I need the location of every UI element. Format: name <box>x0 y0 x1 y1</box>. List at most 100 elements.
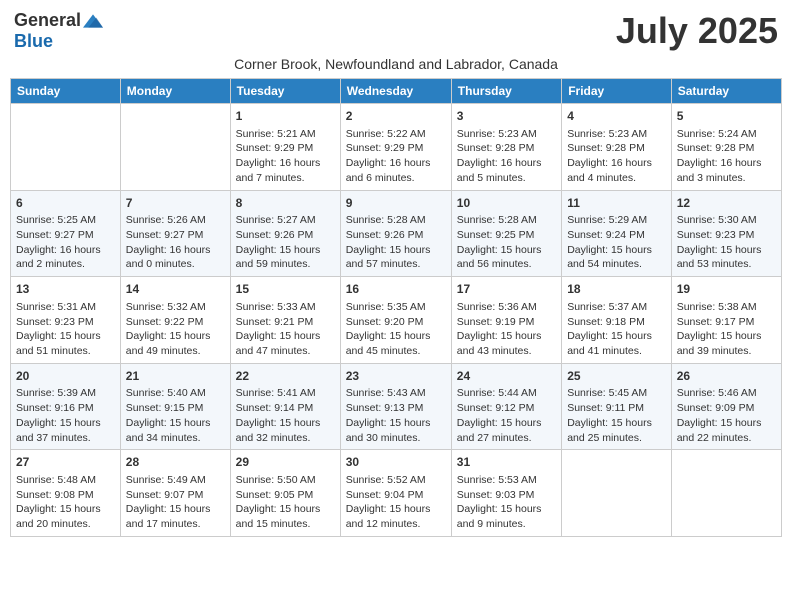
day-info: Sunrise: 5:37 AMSunset: 9:18 PMDaylight:… <box>567 300 666 359</box>
day-number: 9 <box>346 195 446 212</box>
calendar-cell: 23Sunrise: 5:43 AMSunset: 9:13 PMDayligh… <box>340 363 451 450</box>
day-number: 15 <box>236 281 335 298</box>
month-title: July 2025 <box>616 10 778 52</box>
day-info: Sunrise: 5:44 AMSunset: 9:12 PMDaylight:… <box>457 386 556 445</box>
day-number: 12 <box>677 195 776 212</box>
day-info: Sunrise: 5:22 AMSunset: 9:29 PMDaylight:… <box>346 127 446 186</box>
header-cell-wednesday: Wednesday <box>340 79 451 104</box>
day-number: 6 <box>16 195 115 212</box>
header-cell-friday: Friday <box>562 79 672 104</box>
day-number: 13 <box>16 281 115 298</box>
day-info: Sunrise: 5:30 AMSunset: 9:23 PMDaylight:… <box>677 213 776 272</box>
calendar-cell: 22Sunrise: 5:41 AMSunset: 9:14 PMDayligh… <box>230 363 340 450</box>
day-number: 14 <box>126 281 225 298</box>
day-info: Sunrise: 5:46 AMSunset: 9:09 PMDaylight:… <box>677 386 776 445</box>
day-number: 21 <box>126 368 225 385</box>
calendar-cell: 16 Sunrise: 5:35 AMSunset: 9:20 PMDayligh… <box>340 277 451 364</box>
calendar-cell: 10Sunrise: 5:28 AMSunset: 9:25 PMDayligh… <box>451 190 561 277</box>
day-info: Sunrise: 5:28 AMSunset: 9:26 PMDaylight:… <box>346 213 446 272</box>
day-info: Sunrise: 5:21 AMSunset: 9:29 PMDaylight:… <box>236 127 335 186</box>
calendar-cell: 12Sunrise: 5:30 AMSunset: 9:23 PMDayligh… <box>671 190 781 277</box>
day-info: Sunrise: 5:35 AMSunset: 9:20 PMDaylight:… <box>346 300 446 359</box>
day-number: 1 <box>236 108 335 125</box>
header-cell-tuesday: Tuesday <box>230 79 340 104</box>
day-number: 31 <box>457 454 556 471</box>
day-info: Sunrise: 5:33 AMSunset: 9:21 PMDaylight:… <box>236 300 335 359</box>
day-info: Sunrise: 5:38 AMSunset: 9:17 PMDaylight:… <box>677 300 776 359</box>
day-number: 24 <box>457 368 556 385</box>
day-info: Sunrise: 5:23 AMSunset: 9:28 PMDaylight:… <box>457 127 556 186</box>
calendar-cell: 4Sunrise: 5:23 AMSunset: 9:28 PMDaylight… <box>562 104 672 191</box>
calendar-cell: 29 Sunrise: 5:50 AMSunset: 9:05 PMDayligh… <box>230 450 340 537</box>
calendar-header-row: SundayMondayTuesdayWednesdayThursdayFrid… <box>11 79 782 104</box>
day-number: 11 <box>567 195 666 212</box>
day-info: Sunrise: 5:25 AMSunset: 9:27 PMDaylight:… <box>16 213 115 272</box>
day-number: 29 <box>236 454 335 471</box>
logo-general-text: General <box>14 10 81 31</box>
calendar-week-1: 1 Sunrise: 5:21 AMSunset: 9:29 PMDaylight… <box>11 104 782 191</box>
calendar-cell: 28 Sunrise: 5:49 AMSunset: 9:07 PMDayligh… <box>120 450 230 537</box>
calendar-cell: 17 Sunrise: 5:36 AMSunset: 9:19 PMDayligh… <box>451 277 561 364</box>
calendar-cell: 31 Sunrise: 5:53 AMSunset: 9:03 PMDayligh… <box>451 450 561 537</box>
day-info: Sunrise: 5:39 AMSunset: 9:16 PMDaylight:… <box>16 386 115 445</box>
logo-icon <box>83 11 103 31</box>
calendar-cell: 7Sunrise: 5:26 AMSunset: 9:27 PMDaylight… <box>120 190 230 277</box>
calendar-cell <box>11 104 121 191</box>
day-number: 3 <box>457 108 556 125</box>
title-block: July 2025 <box>616 10 778 52</box>
calendar-cell: 11Sunrise: 5:29 AMSunset: 9:24 PMDayligh… <box>562 190 672 277</box>
day-number: 30 <box>346 454 446 471</box>
calendar-subtitle: Corner Brook, Newfoundland and Labrador,… <box>10 56 782 72</box>
day-info: Sunrise: 5:28 AMSunset: 9:25 PMDaylight:… <box>457 213 556 272</box>
day-info: Sunrise: 5:29 AMSunset: 9:24 PMDaylight:… <box>567 213 666 272</box>
day-info: Sunrise: 5:53 AMSunset: 9:03 PMDaylight:… <box>457 473 556 532</box>
header-cell-thursday: Thursday <box>451 79 561 104</box>
calendar-cell: 14 Sunrise: 5:32 AMSunset: 9:22 PMDayligh… <box>120 277 230 364</box>
day-number: 16 <box>346 281 446 298</box>
day-info: Sunrise: 5:45 AMSunset: 9:11 PMDaylight:… <box>567 386 666 445</box>
calendar-cell: 8Sunrise: 5:27 AMSunset: 9:26 PMDaylight… <box>230 190 340 277</box>
day-number: 17 <box>457 281 556 298</box>
day-info: Sunrise: 5:41 AMSunset: 9:14 PMDaylight:… <box>236 386 335 445</box>
calendar-cell: 15 Sunrise: 5:33 AMSunset: 9:21 PMDayligh… <box>230 277 340 364</box>
calendar-week-4: 20Sunrise: 5:39 AMSunset: 9:16 PMDayligh… <box>11 363 782 450</box>
calendar-week-3: 13 Sunrise: 5:31 AMSunset: 9:23 PMDayligh… <box>11 277 782 364</box>
day-number: 28 <box>126 454 225 471</box>
header-cell-saturday: Saturday <box>671 79 781 104</box>
calendar-table: SundayMondayTuesdayWednesdayThursdayFrid… <box>10 78 782 537</box>
day-info: Sunrise: 5:24 AMSunset: 9:28 PMDaylight:… <box>677 127 776 186</box>
calendar-cell: 24Sunrise: 5:44 AMSunset: 9:12 PMDayligh… <box>451 363 561 450</box>
calendar-cell: 6Sunrise: 5:25 AMSunset: 9:27 PMDaylight… <box>11 190 121 277</box>
calendar-cell: 30Sunrise: 5:52 AMSunset: 9:04 PMDayligh… <box>340 450 451 537</box>
calendar-cell: 9Sunrise: 5:28 AMSunset: 9:26 PMDaylight… <box>340 190 451 277</box>
day-number: 23 <box>346 368 446 385</box>
header-cell-sunday: Sunday <box>11 79 121 104</box>
calendar-cell <box>671 450 781 537</box>
calendar-cell <box>562 450 672 537</box>
calendar-week-5: 27Sunrise: 5:48 AMSunset: 9:08 PMDayligh… <box>11 450 782 537</box>
day-info: Sunrise: 5:31 AMSunset: 9:23 PMDaylight:… <box>16 300 115 359</box>
day-info: Sunrise: 5:32 AMSunset: 9:22 PMDaylight:… <box>126 300 225 359</box>
calendar-cell: 25Sunrise: 5:45 AMSunset: 9:11 PMDayligh… <box>562 363 672 450</box>
day-number: 8 <box>236 195 335 212</box>
logo-blue-text: Blue <box>14 31 53 51</box>
logo: General Blue <box>14 10 103 52</box>
day-number: 25 <box>567 368 666 385</box>
day-number: 7 <box>126 195 225 212</box>
day-number: 19 <box>677 281 776 298</box>
day-info: Sunrise: 5:49 AMSunset: 9:07 PMDaylight:… <box>126 473 225 532</box>
day-number: 10 <box>457 195 556 212</box>
day-number: 20 <box>16 368 115 385</box>
calendar-cell: 18 Sunrise: 5:37 AMSunset: 9:18 PMDayligh… <box>562 277 672 364</box>
day-info: Sunrise: 5:50 AMSunset: 9:05 PMDaylight:… <box>236 473 335 532</box>
day-number: 22 <box>236 368 335 385</box>
calendar-cell <box>120 104 230 191</box>
calendar-week-2: 6Sunrise: 5:25 AMSunset: 9:27 PMDaylight… <box>11 190 782 277</box>
day-number: 2 <box>346 108 446 125</box>
calendar-cell: 2 Sunrise: 5:22 AMSunset: 9:29 PMDaylight… <box>340 104 451 191</box>
calendar-cell: 19 Sunrise: 5:38 AMSunset: 9:17 PMDayligh… <box>671 277 781 364</box>
day-number: 18 <box>567 281 666 298</box>
calendar-cell: 13 Sunrise: 5:31 AMSunset: 9:23 PMDayligh… <box>11 277 121 364</box>
day-info: Sunrise: 5:36 AMSunset: 9:19 PMDaylight:… <box>457 300 556 359</box>
day-info: Sunrise: 5:40 AMSunset: 9:15 PMDaylight:… <box>126 386 225 445</box>
